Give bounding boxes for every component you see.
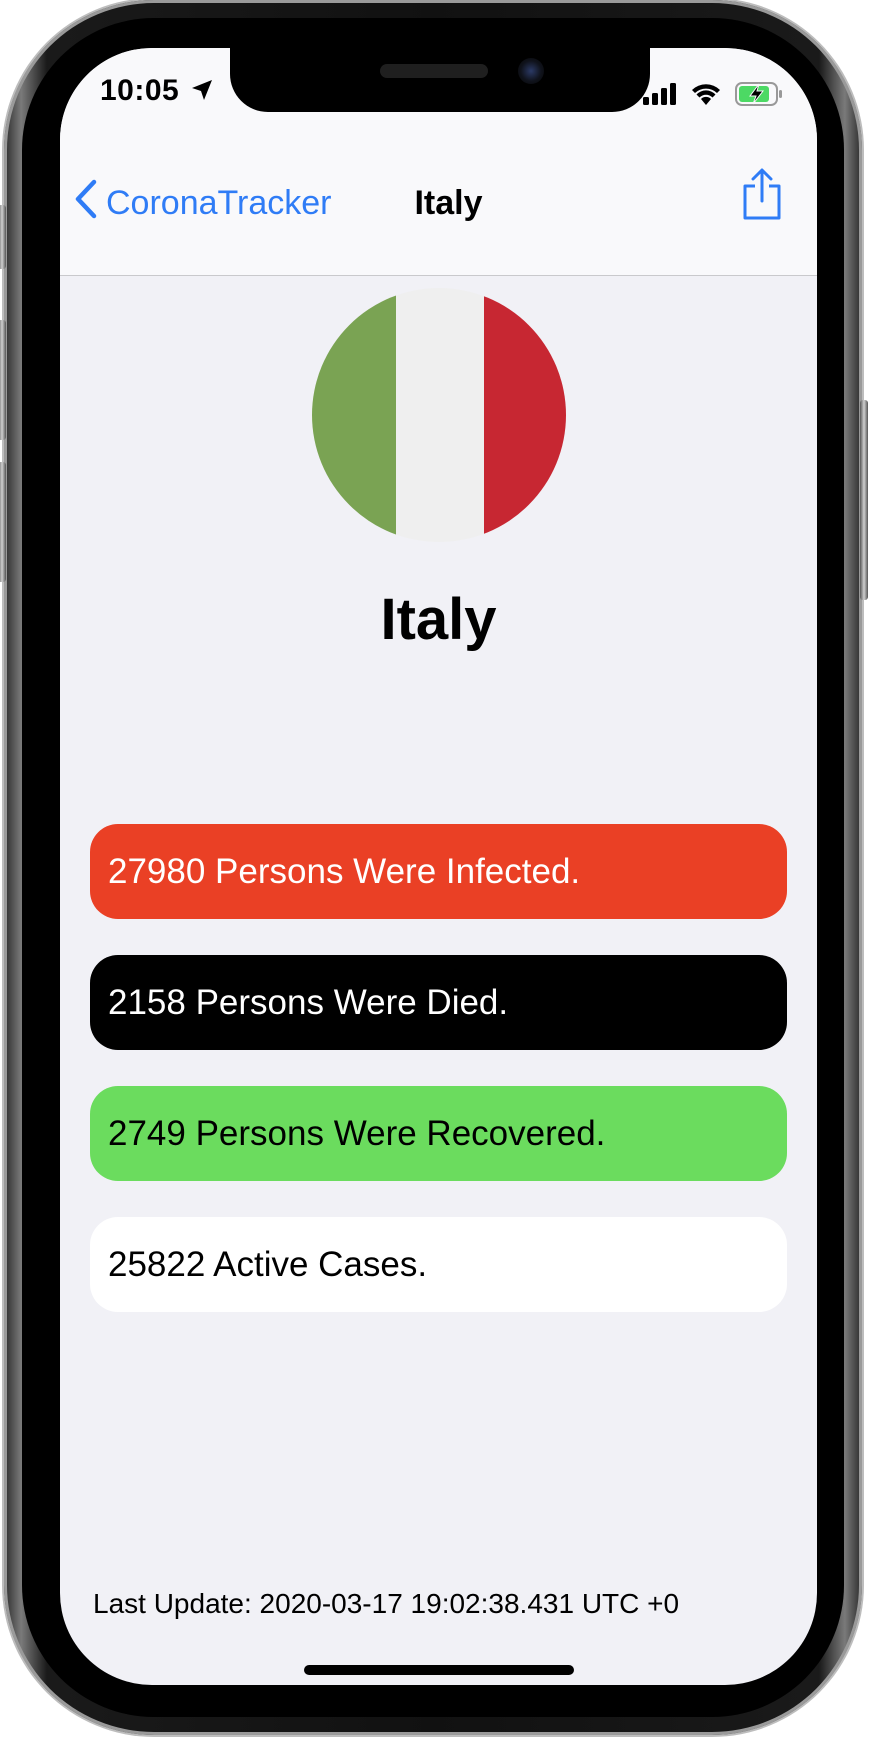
home-indicator[interactable]	[304, 1665, 574, 1675]
flag-stripe-white	[396, 288, 484, 542]
nav-title: Italy	[414, 184, 483, 222]
last-update-text: Last Update: 2020-03-17 19:02:38.431 UTC…	[93, 1588, 680, 1619]
flag-stripe-red	[484, 288, 566, 542]
active-label: 25822 Active Cases.	[108, 1244, 428, 1284]
screen: 10:05 CoronaTracker Italy Italy 27980 Pe…	[60, 48, 817, 1685]
speaker	[380, 64, 488, 78]
recovered-card: 2749 Persons Were Recovered.	[90, 1086, 787, 1181]
volume-up-button	[0, 320, 6, 440]
volume-down-button	[0, 462, 6, 582]
navigation-bar: CoronaTracker Italy	[60, 138, 817, 276]
location-arrow-icon	[190, 78, 214, 107]
phone-frame: 10:05 CoronaTracker Italy Italy 27980 Pe…	[0, 0, 868, 1735]
battery-charging-icon	[735, 82, 783, 111]
country-name: Italy	[380, 587, 497, 652]
flag-stripe-green	[312, 288, 396, 542]
status-time: 10:05	[100, 74, 180, 107]
infected-card: 27980 Persons Were Infected.	[90, 824, 787, 919]
power-button	[860, 400, 868, 600]
silent-switch	[0, 205, 6, 269]
infected-label: 27980 Persons Were Infected.	[108, 851, 581, 891]
status-icons	[643, 82, 783, 111]
notch	[230, 48, 650, 112]
died-label: 2158 Persons Were Died.	[108, 982, 509, 1022]
wifi-icon	[691, 83, 721, 110]
front-camera	[518, 58, 544, 84]
cellular-signal-icon	[643, 83, 677, 110]
share-icon	[741, 168, 783, 224]
died-card: 2158 Persons Were Died.	[90, 955, 787, 1050]
active-card: 25822 Active Cases.	[90, 1217, 787, 1312]
country-flag	[312, 288, 566, 542]
share-button[interactable]	[741, 168, 783, 225]
recovered-label: 2749 Persons Were Recovered.	[108, 1113, 606, 1153]
